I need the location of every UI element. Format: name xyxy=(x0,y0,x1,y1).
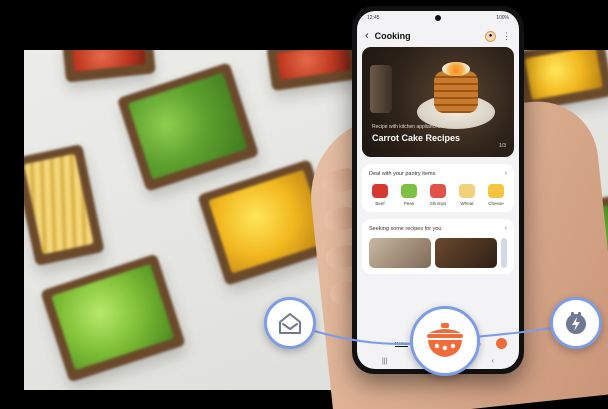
recommend-card-header[interactable]: Seeking some recipes for you › xyxy=(369,225,507,232)
more-options-icon[interactable]: ⋮ xyxy=(502,31,511,42)
wheat-icon xyxy=(459,184,475,198)
status-bar: 12:45 100% xyxy=(357,11,519,25)
ingredient-list: Beef Peas Shrimps Wheat Cheese xyxy=(369,184,507,206)
crate-corn xyxy=(24,143,105,267)
pantry-card: Deal with your pantry items › Beef Peas … xyxy=(362,164,514,212)
home-device-bubble[interactable] xyxy=(264,297,316,349)
ingredient-cheese[interactable]: Cheese xyxy=(485,184,507,206)
power-bubble[interactable] xyxy=(550,297,602,349)
hero-subtitle: Recipe with kitchen appliances xyxy=(372,124,441,130)
status-time: 12:45 xyxy=(367,15,380,21)
recipe-thumbnail[interactable] xyxy=(369,238,431,268)
pancake-stack xyxy=(434,71,478,113)
cooking-pot-icon xyxy=(427,323,463,357)
peas-icon xyxy=(401,184,417,198)
drink-glass xyxy=(370,65,392,113)
crate-tomato-top xyxy=(266,50,362,92)
ingredient-shrimps[interactable]: Shrimps xyxy=(427,184,449,206)
recommend-card: Seeking some recipes for you › xyxy=(362,219,514,274)
crate-green-beans xyxy=(116,62,260,192)
ingredient-wheat[interactable]: Wheat xyxy=(456,184,478,206)
page-title: Cooking xyxy=(374,31,411,41)
pantry-card-header[interactable]: Deal with your pantry items › xyxy=(369,170,507,177)
recipe-thumbnail[interactable] xyxy=(435,238,497,268)
ingredient-beef[interactable]: Beef xyxy=(369,184,391,206)
hero-title: Carrot Cake Recipes xyxy=(372,133,461,143)
pantry-card-title: Deal with your pantry items xyxy=(369,170,436,177)
shrimps-icon xyxy=(430,184,446,198)
recommend-card-title: Seeking some recipes for you xyxy=(369,225,442,232)
chevron-right-icon[interactable]: › xyxy=(505,170,507,177)
crate-red-top xyxy=(62,50,156,83)
home-device-icon xyxy=(279,313,301,334)
beef-icon xyxy=(372,184,388,198)
hero-recipe-banner[interactable]: Recipe with kitchen appliances Carrot Ca… xyxy=(362,47,514,157)
cheese-icon xyxy=(488,184,504,198)
power-plug-icon xyxy=(566,312,586,334)
profile-icon[interactable]: ● xyxy=(485,30,496,42)
cream-topping xyxy=(442,62,470,76)
status-battery: 100% xyxy=(496,15,509,21)
ingredient-peas[interactable]: Peas xyxy=(398,184,420,206)
recipe-thumbnail[interactable] xyxy=(501,238,507,268)
camera-hole xyxy=(434,15,441,21)
recipe-thumbnails xyxy=(369,238,507,268)
hero-pager: 1/3 xyxy=(499,143,506,149)
app-bar: ‹ Cooking ● ⋮ xyxy=(357,25,519,47)
crate-green-tomatoes xyxy=(40,253,186,383)
chevron-right-icon[interactable]: › xyxy=(505,225,507,232)
back-icon[interactable]: ‹ xyxy=(365,30,369,42)
cooking-bubble[interactable] xyxy=(410,306,480,376)
